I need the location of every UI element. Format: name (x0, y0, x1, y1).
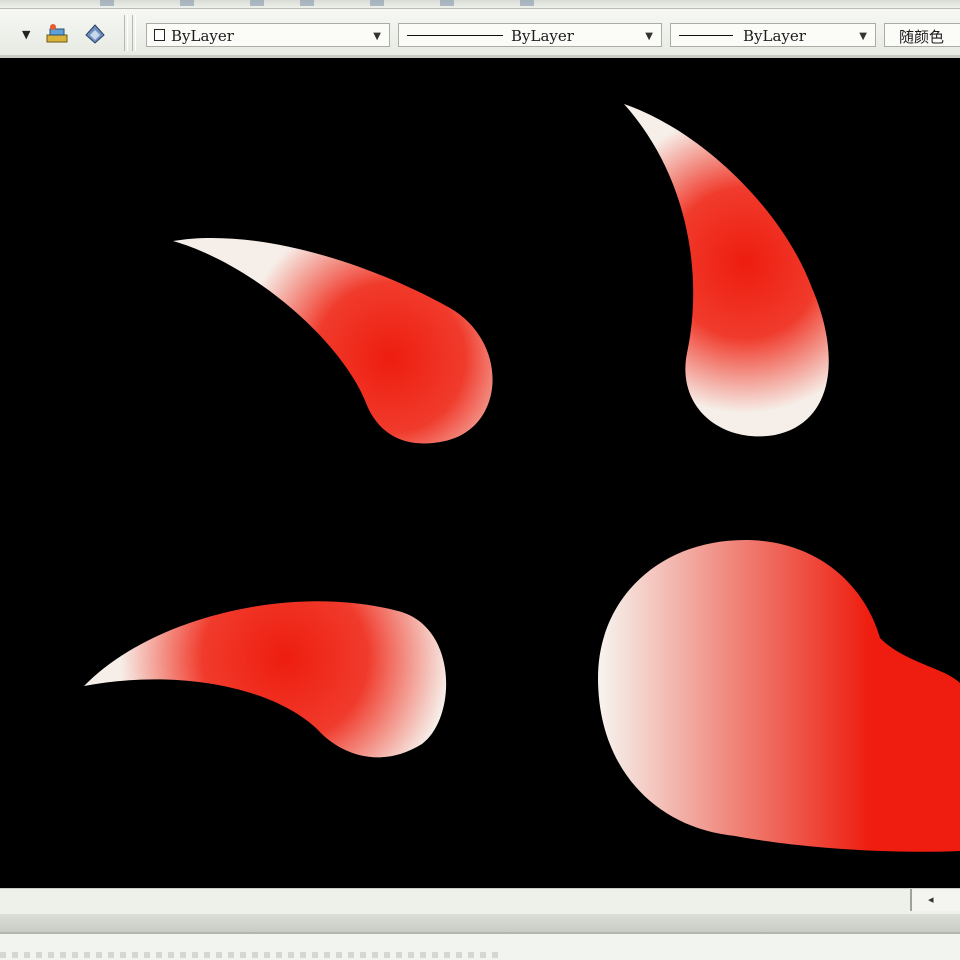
lineweight-control-value: ByLayer (743, 27, 806, 45)
gradient-teardrop-top-left[interactable] (173, 237, 493, 444)
toolbar-mini-icon[interactable] (300, 0, 314, 6)
color-swatch (154, 29, 165, 41)
toolbar-mini-icon[interactable] (520, 0, 534, 6)
toolbar-mini-icon[interactable] (100, 0, 114, 6)
layer-states-icon[interactable] (44, 21, 70, 47)
color-control-dropdown[interactable]: ByLayer ▼ (146, 23, 390, 47)
toolbar-separator (124, 15, 128, 51)
linetype-control-value: ByLayer (511, 27, 574, 45)
toolbar-mini-icon[interactable] (440, 0, 454, 6)
linetype-preview-line (407, 35, 503, 36)
plotstyle-control-dropdown[interactable]: 随颜色 (884, 23, 960, 47)
scroll-left-button[interactable]: ◂ (910, 889, 960, 911)
gradient-teardrop-bottom-left[interactable] (84, 601, 447, 758)
drawing-canvas[interactable] (0, 58, 960, 888)
layer-dropdown-arrow[interactable]: ▼ (22, 29, 30, 40)
chevron-down-icon[interactable]: ▼ (645, 31, 653, 42)
toolbar-mini-icon[interactable] (180, 0, 194, 6)
scroll-left-arrow-icon: ◂ (928, 893, 934, 906)
gradient-teardrop-top-right[interactable] (624, 104, 829, 437)
properties-toolbar: ▼ ByLayer ▼ ByLayer ▼ ByLayer ▼ 随颜色 (0, 9, 960, 58)
lineweight-preview-line (679, 35, 733, 36)
top-toolbar-strip (0, 0, 960, 9)
toolbar-separator (132, 15, 136, 51)
toolbar-mini-icon[interactable] (250, 0, 264, 6)
chevron-down-icon[interactable]: ▼ (373, 31, 381, 42)
toolbar-mini-icon[interactable] (370, 0, 384, 6)
layer-previous-icon[interactable] (82, 21, 108, 47)
lineweight-control-dropdown[interactable]: ByLayer ▼ (670, 23, 876, 47)
chevron-down-icon[interactable]: ▼ (859, 31, 867, 42)
command-line[interactable] (0, 934, 960, 960)
linetype-control-dropdown[interactable]: ByLayer ▼ (398, 23, 662, 47)
gradient-blob-bottom-right[interactable] (598, 540, 960, 852)
command-history-text (0, 952, 500, 958)
color-control-value: ByLayer (171, 27, 234, 45)
horizontal-scrollbar[interactable]: ◂ (0, 888, 960, 915)
layout-tabs-band (0, 914, 960, 934)
plotstyle-control-value: 随颜色 (899, 28, 945, 46)
